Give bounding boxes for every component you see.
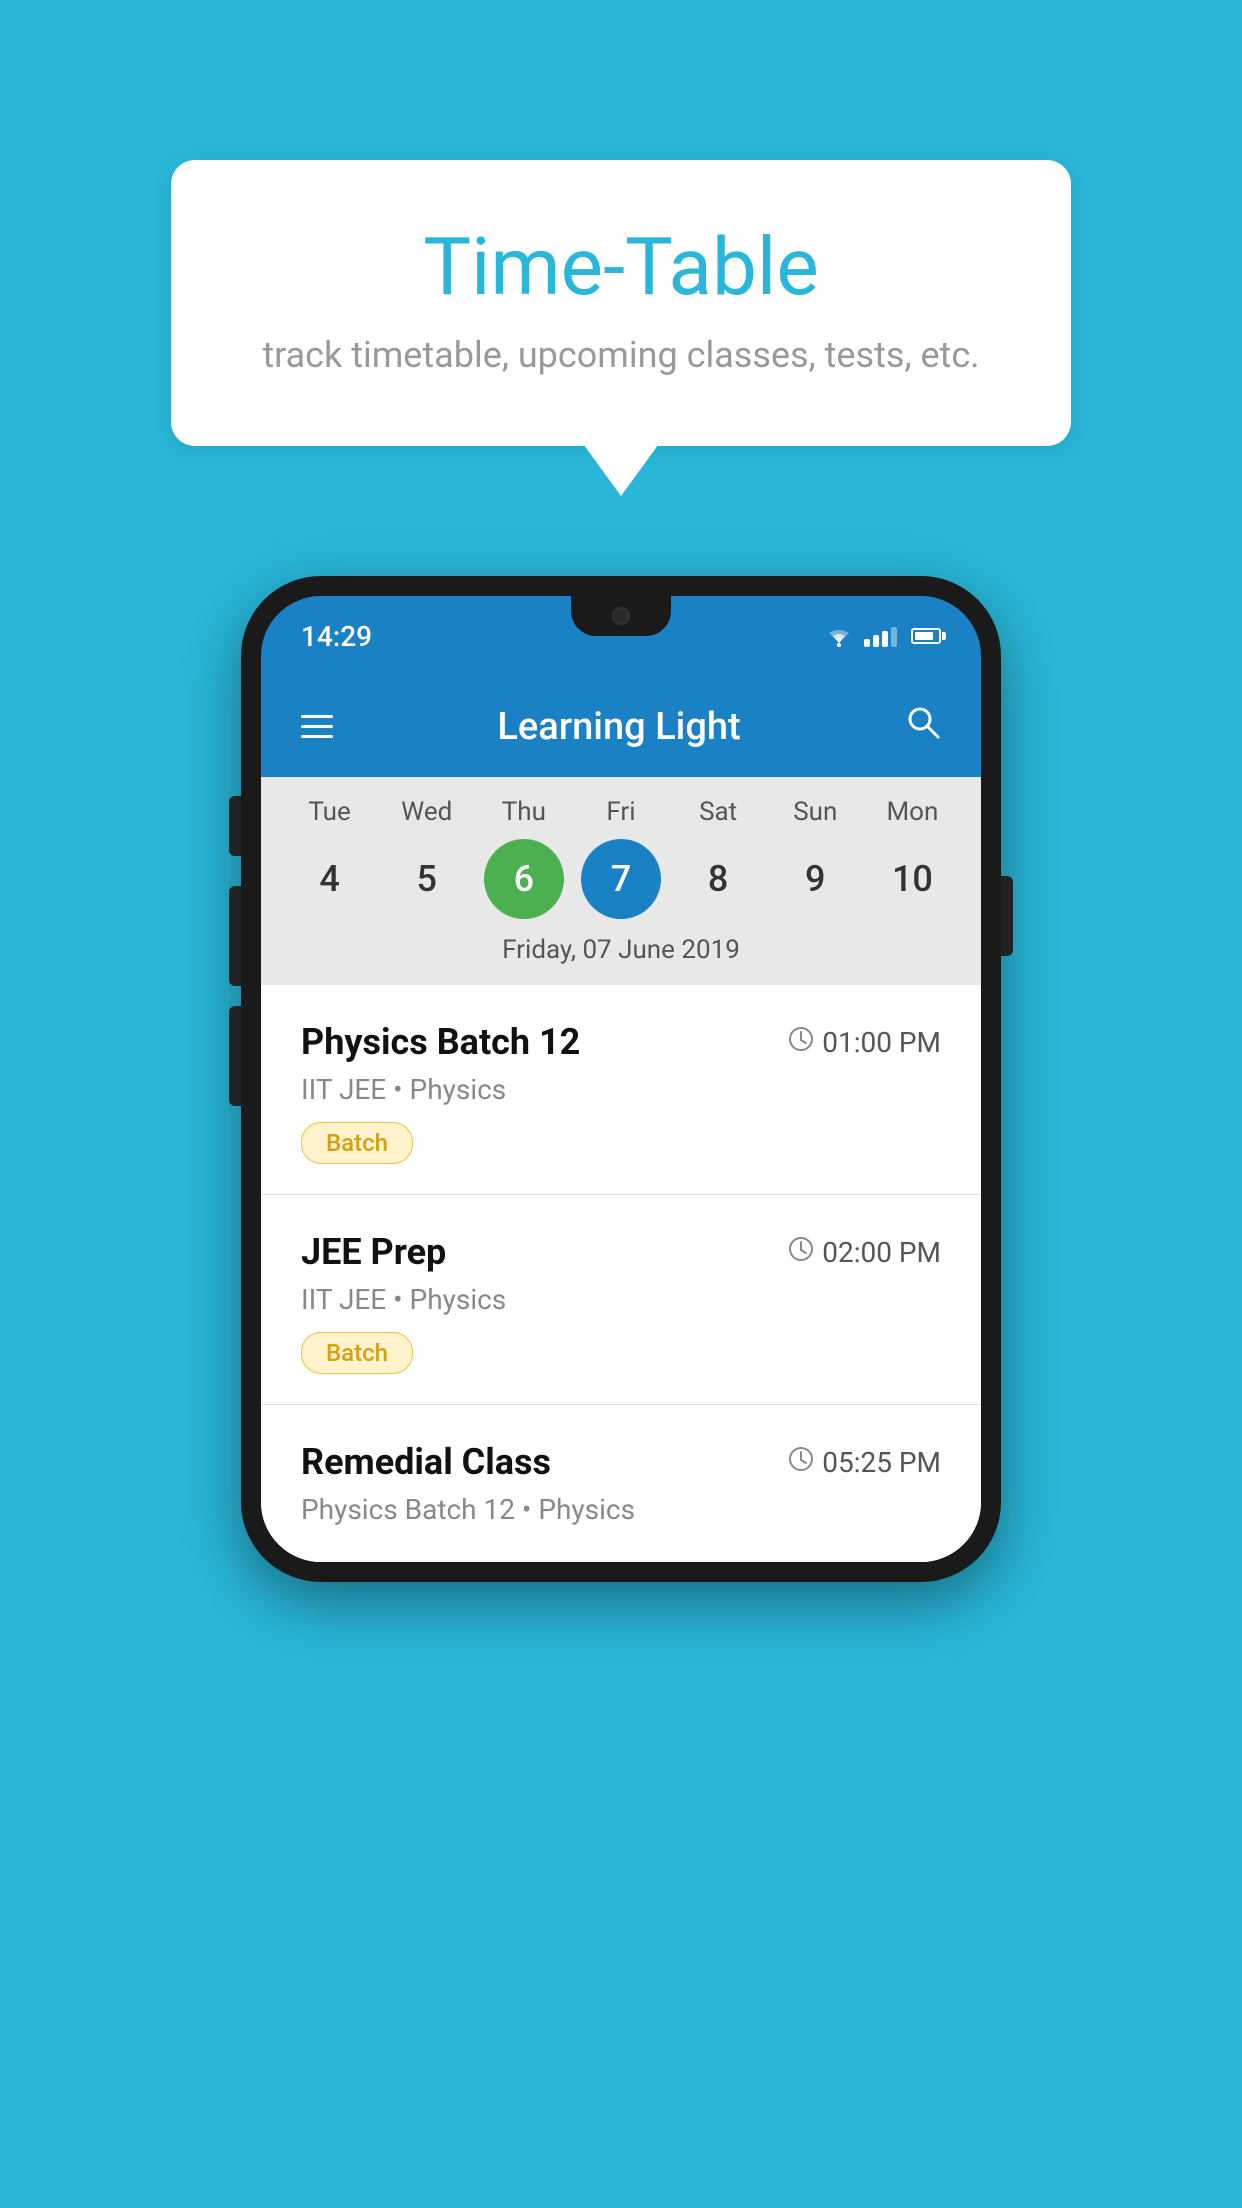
schedule-item-time-2: 02:00 PM <box>788 1236 941 1269</box>
schedule-item-2[interactable]: JEE Prep 02:00 PM <box>261 1195 981 1405</box>
weekday-mon: Mon <box>872 797 952 827</box>
schedule-item-subtitle-3: Physics Batch 12 • Physics <box>301 1493 941 1526</box>
tooltip-subtitle: track timetable, upcoming classes, tests… <box>251 334 991 376</box>
date-4[interactable]: 4 <box>290 839 370 919</box>
camera <box>612 607 630 625</box>
schedule-item-header-2: JEE Prep 02:00 PM <box>301 1231 941 1273</box>
battery-fill <box>915 632 933 640</box>
menu-icon[interactable] <box>301 715 333 738</box>
schedule-item-header-1: Physics Batch 12 01:00 PM <box>301 1021 941 1063</box>
status-icons <box>824 625 941 647</box>
date-5[interactable]: 5 <box>387 839 467 919</box>
weekday-thu: Thu <box>484 797 564 827</box>
clock-icon-1 <box>788 1026 814 1059</box>
selected-date-label: Friday, 07 June 2019 <box>261 935 981 975</box>
schedule-item-3[interactable]: Remedial Class 05:25 PM <box>261 1405 981 1562</box>
schedule-item-title-2: JEE Prep <box>301 1231 446 1273</box>
clock-icon-2 <box>788 1236 814 1269</box>
volume-up-button <box>229 886 241 986</box>
wifi-icon <box>824 625 854 647</box>
schedule-item-subtitle-1: IIT JEE • Physics <box>301 1073 941 1106</box>
date-6-today[interactable]: 6 <box>484 839 564 919</box>
weekday-wed: Wed <box>387 797 467 827</box>
date-9[interactable]: 9 <box>775 839 855 919</box>
schedule-item-title-3: Remedial Class <box>301 1441 551 1483</box>
schedule-item-header-3: Remedial Class 05:25 PM <box>301 1441 941 1483</box>
status-time: 14:29 <box>301 620 372 653</box>
weekdays-row: Tue Wed Thu Fri Sat Sun Mon <box>261 797 981 827</box>
phone-frame: 14:29 <box>241 576 1001 1582</box>
date-7-selected[interactable]: 7 <box>581 839 661 919</box>
silent-button <box>229 796 241 856</box>
status-bar: 14:29 <box>261 596 981 676</box>
phone-screen: Learning Light Tue Wed Thu Fri Sat Sun <box>261 676 981 1562</box>
schedule-item-title-1: Physics Batch 12 <box>301 1021 580 1063</box>
schedule-item-time-3: 05:25 PM <box>788 1446 941 1479</box>
schedule-item-1[interactable]: Physics Batch 12 01:00 PM <box>261 985 981 1195</box>
date-10[interactable]: 10 <box>872 839 952 919</box>
signal-icon <box>864 625 897 647</box>
batch-badge-2: Batch <box>301 1332 413 1374</box>
calendar-strip: Tue Wed Thu Fri Sat Sun Mon 4 5 6 7 8 9 … <box>261 777 981 985</box>
dates-row: 4 5 6 7 8 9 10 <box>261 839 981 919</box>
tooltip-title: Time-Table <box>251 220 991 314</box>
schedule-item-time-1: 01:00 PM <box>788 1026 941 1059</box>
power-button <box>1001 876 1013 956</box>
search-icon[interactable] <box>905 704 941 749</box>
volume-down-button <box>229 1006 241 1106</box>
batch-badge-1: Batch <box>301 1122 413 1164</box>
app-title: Learning Light <box>497 705 740 749</box>
schedule-list: Physics Batch 12 01:00 PM <box>261 985 981 1562</box>
app-header: Learning Light <box>261 676 981 777</box>
weekday-sat: Sat <box>678 797 758 827</box>
phone-mockup: 14:29 <box>241 576 1001 1582</box>
battery-icon <box>911 628 941 644</box>
notch <box>571 596 671 636</box>
weekday-tue: Tue <box>290 797 370 827</box>
date-8[interactable]: 8 <box>678 839 758 919</box>
tooltip-card: Time-Table track timetable, upcoming cla… <box>171 160 1071 446</box>
schedule-item-subtitle-2: IIT JEE • Physics <box>301 1283 941 1316</box>
weekday-fri: Fri <box>581 797 661 827</box>
weekday-sun: Sun <box>775 797 855 827</box>
clock-icon-3 <box>788 1446 814 1479</box>
